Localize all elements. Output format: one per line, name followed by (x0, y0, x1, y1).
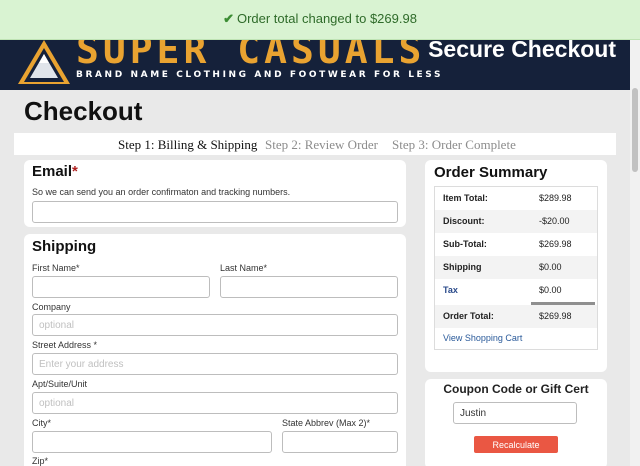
logo-tagline: BRAND NAME CLOTHING AND FOOTWEAR FOR LES… (76, 70, 444, 80)
apt-suite-input[interactable] (32, 392, 398, 414)
state-input[interactable] (282, 431, 398, 453)
order-summary-heading: Order Summary (434, 164, 548, 181)
summary-row-subtotal: Sub-Total: $269.98 (443, 239, 572, 249)
notification-toast: ✔ Order total changed to $269.98 (0, 0, 640, 40)
check-icon: ✔ (223, 11, 234, 26)
last-name-input[interactable] (220, 276, 398, 298)
step-review-order: Step 2: Review Order (265, 137, 379, 152)
summary-table: Item Total: $289.98 Discount: -$20.00 Sub-… (434, 186, 598, 350)
summary-row-discount: Discount: -$20.00 (435, 210, 597, 233)
company-input[interactable] (32, 314, 398, 336)
summary-row-item-total: Item Total: $289.98 (443, 193, 572, 203)
first-name-input[interactable] (32, 276, 210, 298)
city-label: City* (32, 418, 52, 428)
toast-message: Order total changed to $269.98 (236, 11, 417, 26)
last-name-label: Last Name* (220, 263, 268, 273)
recalculate-button[interactable]: Recalculate (474, 436, 558, 453)
page-title: Checkout (24, 96, 143, 126)
secure-checkout-title: Secure Checkout (428, 36, 616, 62)
street-address-input[interactable] (32, 353, 398, 375)
summary-row-order-total: Order Total: $269.98 (435, 305, 597, 328)
zip-label: Zip* (32, 456, 49, 466)
shipping-card: Shipping First Name* Last Name* Company … (24, 234, 406, 466)
required-mark: * (72, 163, 78, 180)
email-card: Email* So we can send you an order confi… (24, 160, 406, 227)
scrollbar-thumb[interactable] (632, 88, 638, 172)
coupon-heading: Coupon Code or Gift Cert (443, 382, 589, 396)
coupon-code-input[interactable] (453, 402, 577, 424)
apt-suite-label: Apt/Suite/Unit (32, 379, 88, 389)
first-name-label: First Name* (32, 263, 80, 273)
company-label: Company (32, 302, 71, 312)
order-summary-card: Order Summary Item Total: $289.98 Discoun… (425, 160, 607, 372)
shipping-heading: Shipping (32, 238, 97, 255)
page-scrollbar[interactable] (630, 40, 640, 466)
summary-row-shipping: Shipping $0.00 (435, 256, 597, 279)
view-cart-link[interactable]: View Shopping Cart (443, 333, 522, 343)
summary-row-tax[interactable]: Tax $0.00 (435, 279, 597, 302)
city-input[interactable] (32, 431, 272, 453)
street-address-label: Street Address * (32, 340, 98, 350)
mountain-logo-icon (18, 40, 70, 84)
email-helper-text: So we can send you an order confirmaton … (32, 187, 291, 197)
email-heading: Email* (32, 163, 78, 180)
step-billing-shipping: Step 1: Billing & Shipping (118, 137, 258, 152)
step-order-complete: Step 3: Order Complete (392, 137, 516, 152)
email-input[interactable] (32, 201, 398, 223)
tax-link[interactable]: Tax (443, 285, 458, 295)
state-label: State Abbrev (Max 2)* (282, 418, 371, 428)
checkout-steps: Step 1: Billing & Shipping Step 2: Revie… (14, 133, 616, 155)
